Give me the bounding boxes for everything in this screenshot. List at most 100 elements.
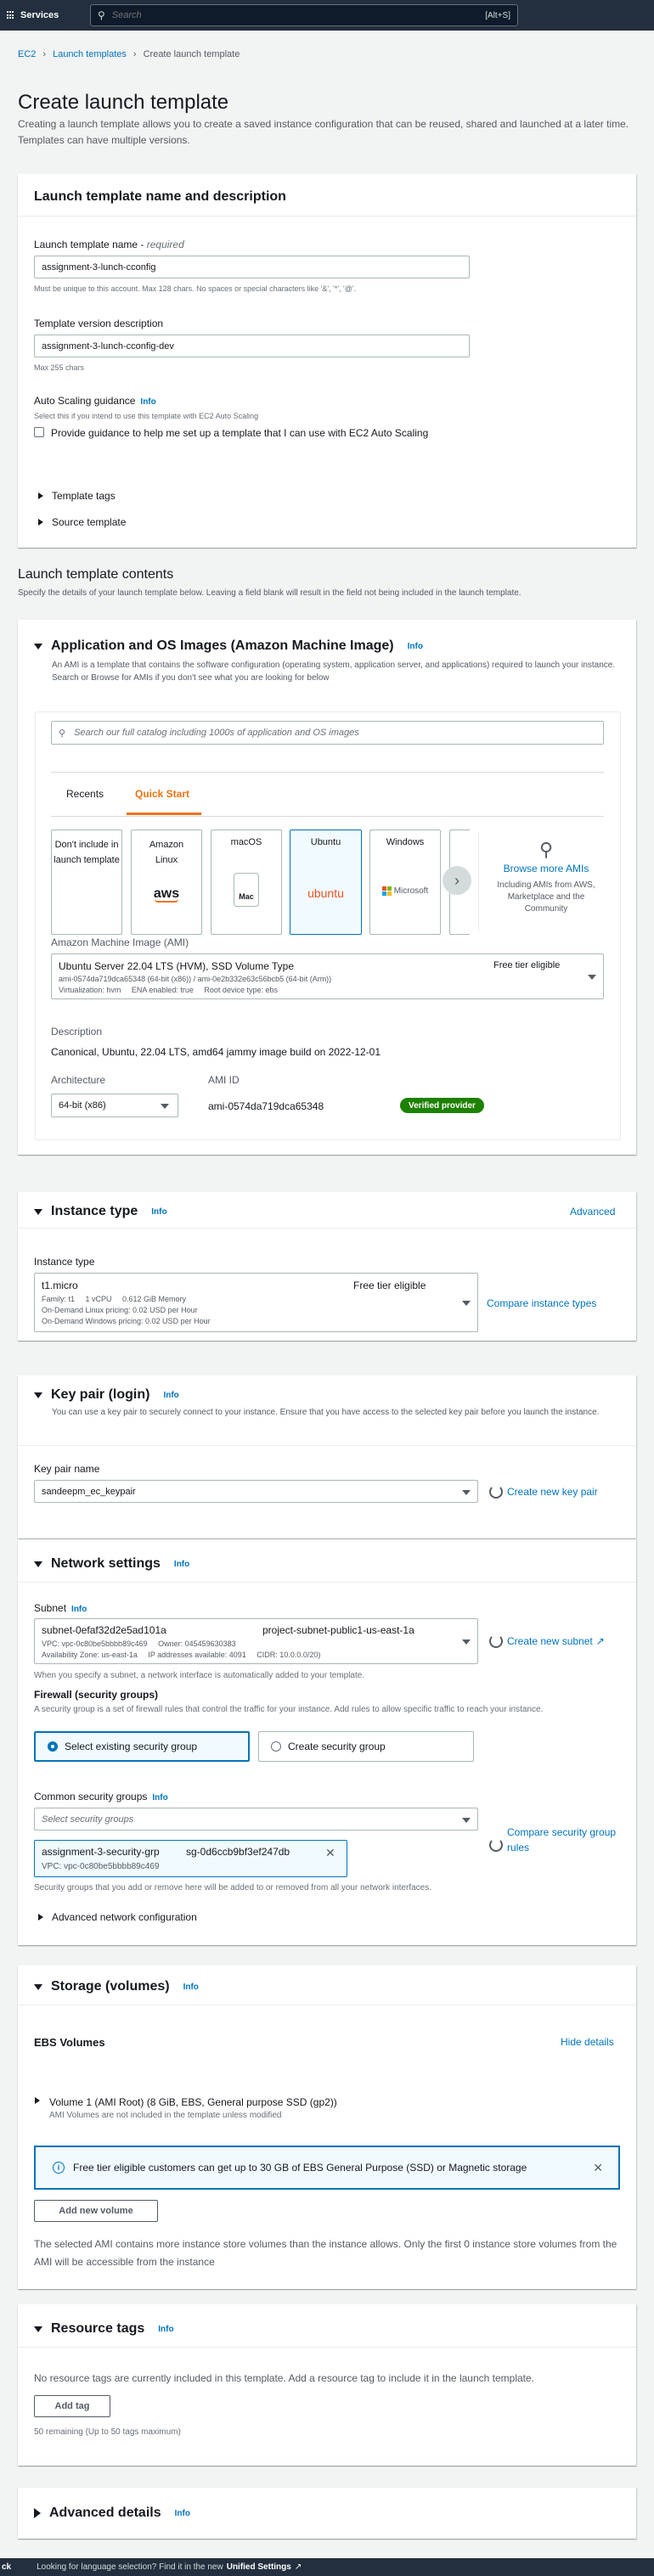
windows-icon	[381, 886, 392, 896]
tab-quick-start[interactable]: Quick Start	[135, 788, 189, 800]
subnet-az: Availability Zone: us-east-1a IP address…	[42, 1651, 321, 1659]
create-subnet-link[interactable]: Create new subnet ↗	[507, 1635, 605, 1647]
compare-sg-rules-link[interactable]: Compare security group rules	[507, 1825, 617, 1855]
global-search-input[interactable]	[111, 10, 486, 20]
network-settings-header[interactable]: Network settings Info	[34, 1556, 189, 1572]
key-pair-select[interactable]: sandeepm_ec_keypair	[34, 1480, 478, 1503]
refresh-icon[interactable]	[489, 1634, 503, 1648]
ami-section-header[interactable]: Application and OS Images (Amazon Machin…	[34, 638, 423, 654]
advanced-details-header[interactable]: Advanced details Info	[34, 2506, 190, 2521]
add-new-volume-button[interactable]: Add new volume	[34, 2200, 158, 2222]
caret-right-icon	[38, 492, 43, 499]
ami-tile-none[interactable]: Don't include in launch template	[51, 830, 122, 935]
page-title: Create launch template	[18, 91, 229, 114]
instance-type-info-link[interactable]: Info	[151, 1207, 166, 1217]
advanced-details-info-link[interactable]: Info	[175, 2509, 190, 2518]
footer-bar: ck Looking for language selection? Find …	[0, 2558, 654, 2576]
grid-icon	[7, 11, 15, 20]
ami-title: Application and OS Images (Amazon Machin…	[51, 638, 394, 653]
create-key-pair-link[interactable]: Create new key pair	[507, 1486, 598, 1498]
ami-info-link[interactable]: Info	[408, 642, 423, 651]
services-label: Services	[20, 10, 59, 20]
ami-tile-windows[interactable]: Windows Microsoft	[369, 830, 441, 935]
advanced-network-expander[interactable]: Advanced network configuration	[38, 1911, 197, 1923]
key-pair-name-label: Key pair name	[34, 1463, 100, 1475]
top-navigation: Services ⚲ [Alt+S]	[0, 0, 654, 31]
key-pair-header[interactable]: Key pair (login) Info	[34, 1387, 179, 1403]
architecture-select[interactable]: 64-bit (x86)	[51, 1094, 178, 1117]
subnet-info-link[interactable]: Info	[71, 1605, 87, 1614]
ami-select-label: Amazon Machine Image (AMI)	[51, 936, 189, 948]
refresh-icon[interactable]	[489, 1485, 503, 1499]
ami-tile-amazon-linux[interactable]: Amazon Linux aws	[131, 830, 202, 935]
common-sg-select[interactable]: Select security groups	[34, 1808, 478, 1831]
ami-search-input[interactable]: ⚲ Search our full catalog including 1000s…	[51, 721, 604, 745]
ami-tile-amazon-linux-label: Amazon Linux	[149, 840, 184, 865]
radio-create-security-group[interactable]: Create security group	[258, 1731, 474, 1762]
subnet-select[interactable]: subnet-0efaf32d2e5ad101a project-subnet-…	[34, 1618, 478, 1664]
storage-header[interactable]: Storage (volumes) Info	[34, 1979, 199, 1994]
volume-1-label: Volume 1 (AMI Root) (8 GiB, EBS, General…	[49, 2096, 337, 2108]
radio-selected-icon	[48, 1741, 58, 1752]
template-name-input[interactable]: assignment-3-lunch-cconfig	[34, 256, 470, 278]
breadcrumb-ec2[interactable]: EC2	[18, 49, 36, 59]
services-menu[interactable]: Services	[7, 10, 59, 20]
breadcrumb-launch-templates[interactable]: Launch templates	[53, 49, 127, 59]
key-pair-title: Key pair (login)	[51, 1387, 150, 1402]
carousel-next-button[interactable]: ›	[443, 866, 471, 895]
footer-prefix: ck	[2, 2562, 12, 2572]
browse-more-amis[interactable]: ⚲ Browse more AMIs Including AMIs from A…	[488, 839, 604, 915]
radio-existing-security-group[interactable]: Select existing security group	[34, 1731, 250, 1762]
browse-more-amis-link[interactable]: Browse more AMIs	[488, 863, 604, 875]
common-sg-info-link[interactable]: Info	[152, 1793, 167, 1803]
global-search[interactable]: ⚲ [Alt+S]	[90, 4, 518, 26]
add-tag-button[interactable]: Add tag	[34, 2395, 110, 2417]
resource-tags-header[interactable]: Resource tags Info	[34, 2321, 174, 2337]
version-description-input[interactable]: assignment-3-lunch-cconfig-dev	[34, 335, 470, 357]
hide-details-link[interactable]: Hide details	[561, 2036, 614, 2048]
free-tier-alert: i Free tier eligible customers can get u…	[34, 2146, 620, 2190]
instance-type-header[interactable]: Instance type Info	[34, 1204, 167, 1219]
ami-tile-macos[interactable]: macOS Mac	[211, 830, 282, 935]
resource-tags-info-link[interactable]: Info	[158, 2325, 173, 2334]
firewall-label: Firewall (security groups)	[34, 1689, 159, 1701]
caret-down-icon	[462, 1301, 471, 1306]
network-info-link[interactable]: Info	[174, 1560, 189, 1569]
source-template-expander[interactable]: Source template	[38, 516, 126, 528]
close-icon[interactable]: ✕	[325, 1846, 335, 1860]
storage-title: Storage (volumes)	[51, 1979, 170, 1994]
resource-tags-title: Resource tags	[51, 2321, 145, 2336]
contents-description: Specify the details of your launch templ…	[18, 588, 522, 598]
caret-right-icon	[38, 1914, 43, 1921]
instance-type-label: Instance type	[34, 1256, 95, 1268]
microsoft-logo-text: Microsoft	[393, 886, 429, 896]
name-description-panel: Launch template name and description Lau…	[18, 174, 636, 548]
refresh-icon[interactable]	[489, 1838, 503, 1852]
mac-logo: Mac	[234, 873, 259, 907]
template-tags-expander[interactable]: Template tags	[38, 490, 116, 502]
asg-label-row: Auto Scaling guidance Info	[34, 395, 156, 407]
free-tier-alert-text: Free tier eligible customers can get up …	[73, 2162, 527, 2174]
resource-tags-desc: No resource tags are currently included …	[34, 2372, 534, 2384]
radio-existing-label: Select existing security group	[65, 1741, 198, 1752]
asg-checkbox[interactable]	[34, 427, 44, 437]
volume-expander[interactable]	[35, 2093, 40, 2108]
advanced-link[interactable]: Advanced	[570, 1206, 615, 1218]
template-name-label-text: Launch template name -	[34, 239, 147, 250]
tab-recents[interactable]: Recents	[66, 788, 104, 800]
instance-type-select[interactable]: t1.micro Free tier eligible Family: t1 1…	[34, 1273, 478, 1332]
ami-id-label: AMI ID	[208, 1074, 240, 1086]
subnet-label-row: Subnet Info	[34, 1602, 87, 1614]
ami-select[interactable]: Ubuntu Server 22.04 LTS (HVM), SSD Volum…	[51, 953, 604, 999]
chevron-right-icon: ›	[454, 871, 459, 889]
ami-tile-ubuntu[interactable]: Ubuntu ubuntu	[290, 830, 362, 935]
key-pair-info-link[interactable]: Info	[163, 1391, 178, 1400]
compare-instance-types-link[interactable]: Compare instance types	[487, 1297, 596, 1309]
advanced-details-panel: Advanced details Info	[18, 2488, 636, 2539]
unified-settings-link[interactable]: Unified Settings	[227, 2562, 291, 2572]
close-icon[interactable]: ✕	[593, 2161, 603, 2175]
asg-info-link[interactable]: Info	[140, 397, 155, 407]
required-marker: required	[146, 239, 184, 250]
ami-tile-macos-label: macOS	[230, 837, 262, 847]
storage-info-link[interactable]: Info	[183, 1983, 199, 1992]
